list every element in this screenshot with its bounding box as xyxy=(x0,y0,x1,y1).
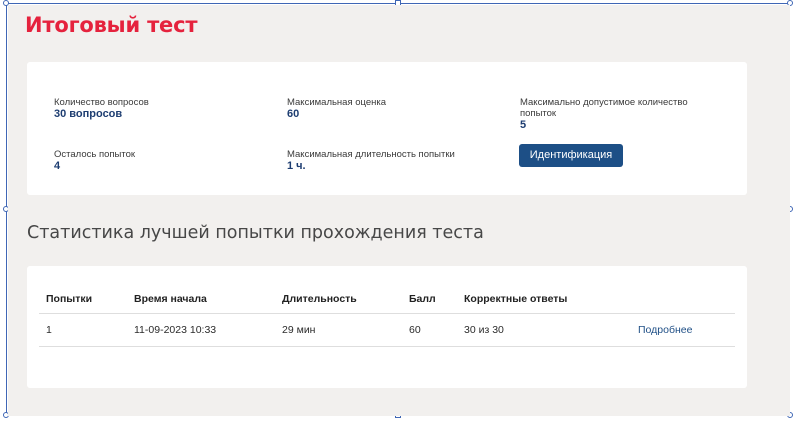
attempts-left-label: Осталось попыток xyxy=(54,149,136,160)
stats-card: Попытки Время начала Длительность Балл К… xyxy=(27,266,747,388)
max-score-label: Максимальная оценка xyxy=(287,97,387,108)
table-row-divider xyxy=(39,346,735,347)
cell-start-time: 11-09-2023 10:33 xyxy=(134,324,217,336)
max-attempts-label-line2: попыток xyxy=(520,108,557,119)
max-attempts-label-line1: Максимально допустимое количество xyxy=(520,97,688,108)
questions-count-info: Количество вопросов 30 вопросов xyxy=(54,97,149,120)
col-header-start-time: Время начала xyxy=(134,293,207,305)
stats-section-title: Статистика лучшей попытки прохождения те… xyxy=(27,223,484,243)
page-title: Итоговый тест xyxy=(25,13,198,37)
col-header-duration: Длительность xyxy=(282,293,357,305)
max-score-value: 60 xyxy=(287,108,300,120)
attempts-left-value: 4 xyxy=(54,160,61,172)
table-header-divider xyxy=(39,313,735,314)
cell-correct: 30 из 30 xyxy=(464,324,504,336)
questions-count-label: Количество вопросов xyxy=(54,97,149,108)
max-attempts-value: 5 xyxy=(520,119,527,131)
col-header-attempts: Попытки xyxy=(46,293,93,305)
attempts-left-info: Осталось попыток 4 xyxy=(54,149,135,172)
test-summary-card: Количество вопросов 30 вопросов Максимал… xyxy=(27,62,747,195)
max-duration-label: Максимальная длительность попытки xyxy=(287,149,455,160)
test-page: Итоговый тест Количество вопросов 30 воп… xyxy=(8,5,790,416)
cell-score: 60 xyxy=(409,324,421,336)
details-link[interactable]: Подробнее xyxy=(638,324,692,336)
max-duration-value: 1 ч. xyxy=(287,160,306,172)
cell-duration: 29 мин xyxy=(282,324,316,336)
max-attempts-info: Максимально допустимое количество попыто… xyxy=(520,97,688,131)
cell-attempt: 1 xyxy=(46,324,52,336)
questions-count-value: 30 вопросов xyxy=(54,108,123,120)
max-duration-info: Максимальная длительность попытки 1 ч. xyxy=(287,149,455,172)
max-score-info: Максимальная оценка 60 xyxy=(287,97,386,120)
identification-button[interactable]: Идентификация xyxy=(519,144,623,167)
col-header-correct: Корректные ответы xyxy=(464,293,568,305)
col-header-score: Балл xyxy=(409,293,436,305)
